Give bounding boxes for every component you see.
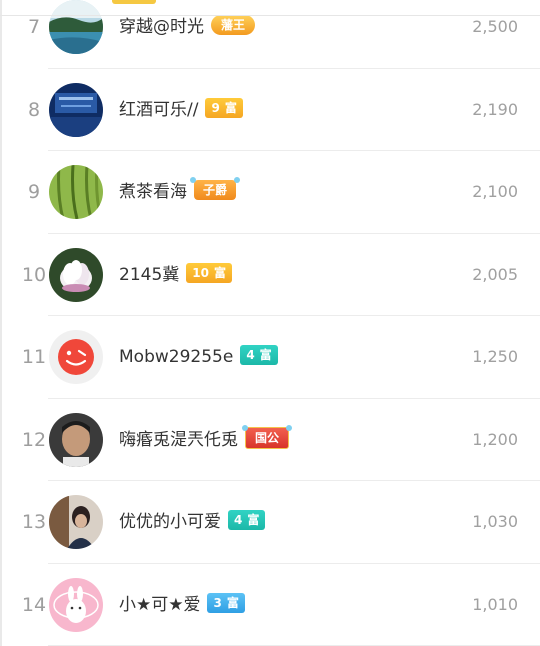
user-name: 嗨痻兎湜兲仛兎 国公 (119, 399, 293, 482)
ranking-list: 7 穿越@时光 藩王 2,500 8 红酒可乐// 9 富 2,190 9 煮茶… (0, 0, 540, 646)
rank-number: 8 (27, 98, 41, 121)
list-item[interactable]: 8 红酒可乐// 9 富 2,190 (0, 69, 540, 152)
badge-gem-icon (234, 177, 241, 183)
avatar[interactable] (49, 495, 103, 549)
score: 1,250 (472, 347, 518, 366)
rank-number: 11 (21, 346, 47, 368)
avatar[interactable] (49, 0, 103, 54)
top-divider (0, 15, 540, 16)
avatar[interactable] (49, 165, 103, 219)
badge-gem-icon (190, 177, 196, 183)
badge-label: 富 (247, 513, 260, 527)
badge-level: 10 (192, 265, 209, 280)
badge-level: 3 (213, 595, 222, 610)
score: 2,190 (472, 99, 518, 119)
badge-label: 富 (259, 348, 272, 362)
previous-row-badge (112, 0, 156, 4)
rank-number: 12 (21, 428, 47, 451)
rank-number: 9 (27, 181, 41, 203)
avatar[interactable] (49, 412, 103, 467)
list-item[interactable]: 7 穿越@时光 藩王 2,500 (0, 0, 540, 69)
rank-badge: 3富 (207, 592, 245, 613)
badge-label: 国公 (255, 430, 280, 445)
avatar[interactable] (49, 330, 103, 384)
rank-number: 13 (21, 511, 47, 533)
user-name: 红酒可乐// 9 富 (119, 69, 243, 152)
badge-level: 9 (211, 100, 220, 115)
avatar[interactable] (49, 577, 103, 632)
list-item[interactable]: 10 2145冀 10 富 2,005 (0, 234, 540, 317)
list-item[interactable]: 9 煮茶看海 子爵 2,100 (0, 151, 540, 234)
badge-label: 藩王 (221, 18, 246, 32)
badge-label: 富 (224, 100, 237, 115)
avatar[interactable] (49, 82, 103, 137)
user-name-text: 穿越@时光 (119, 17, 204, 37)
user-name: 小★可★爱 3 富 (119, 564, 245, 646)
badge-label: 富 (226, 595, 239, 610)
avatar[interactable] (49, 247, 103, 302)
badge-level: 4 (246, 348, 255, 362)
score: 2,100 (472, 182, 518, 201)
user-name-text: 2145冀 (119, 264, 180, 285)
rank-badge: 9富 (205, 97, 243, 118)
user-name-text: 嗨痻兎湜兲仛兎 (119, 429, 238, 450)
rank-badge: 4富 (228, 510, 266, 530)
user-name-text: Mobw29255e (119, 347, 234, 367)
rank-badge: 4富 (240, 345, 278, 365)
user-name: 煮茶看海 子爵 (119, 151, 241, 234)
badge-gem-icon (242, 424, 248, 431)
user-name-text: 优优的小可爱 (119, 512, 221, 532)
user-name-text: 红酒可乐// (119, 99, 199, 120)
list-item[interactable]: 14 小★可★爱 3 富 1,010 (0, 564, 540, 646)
user-name-text: 煮茶看海 (119, 182, 187, 202)
score: 2,005 (472, 264, 518, 284)
score: 1,200 (472, 429, 518, 449)
user-name: Mobw29255e 4 富 (119, 316, 278, 399)
user-name: 2145冀 10 富 (119, 234, 232, 317)
list-item[interactable]: 13 优优的小可爱 4 富 1,030 (0, 481, 540, 564)
badge-label: 子爵 (203, 183, 228, 197)
score: 2,500 (472, 17, 518, 36)
user-name-text: 小★可★爱 (119, 594, 201, 615)
rank-number: 10 (21, 263, 47, 286)
rank-number: 7 (27, 16, 41, 38)
badge-level: 4 (234, 513, 243, 527)
badge-label: 富 (213, 265, 226, 280)
user-name: 优优的小可爱 4 富 (119, 481, 266, 564)
rank-number: 14 (21, 593, 47, 616)
rank-badge: 藩王 (211, 15, 256, 35)
rank-badge: 子爵 (190, 177, 241, 200)
user-name: 穿越@时光 藩王 (119, 0, 256, 69)
list-item[interactable]: 11 Mobw29255e 4 富 1,250 (0, 316, 540, 399)
badge-gem-icon (286, 424, 293, 431)
rank-badge: 国公 (242, 424, 293, 449)
score: 1,010 (472, 594, 518, 614)
rank-badge: 10 富 (186, 262, 232, 283)
list-item[interactable]: 12 嗨痻兎湜兲仛兎 国公 1,200 (0, 399, 540, 482)
score: 1,030 (472, 512, 518, 531)
